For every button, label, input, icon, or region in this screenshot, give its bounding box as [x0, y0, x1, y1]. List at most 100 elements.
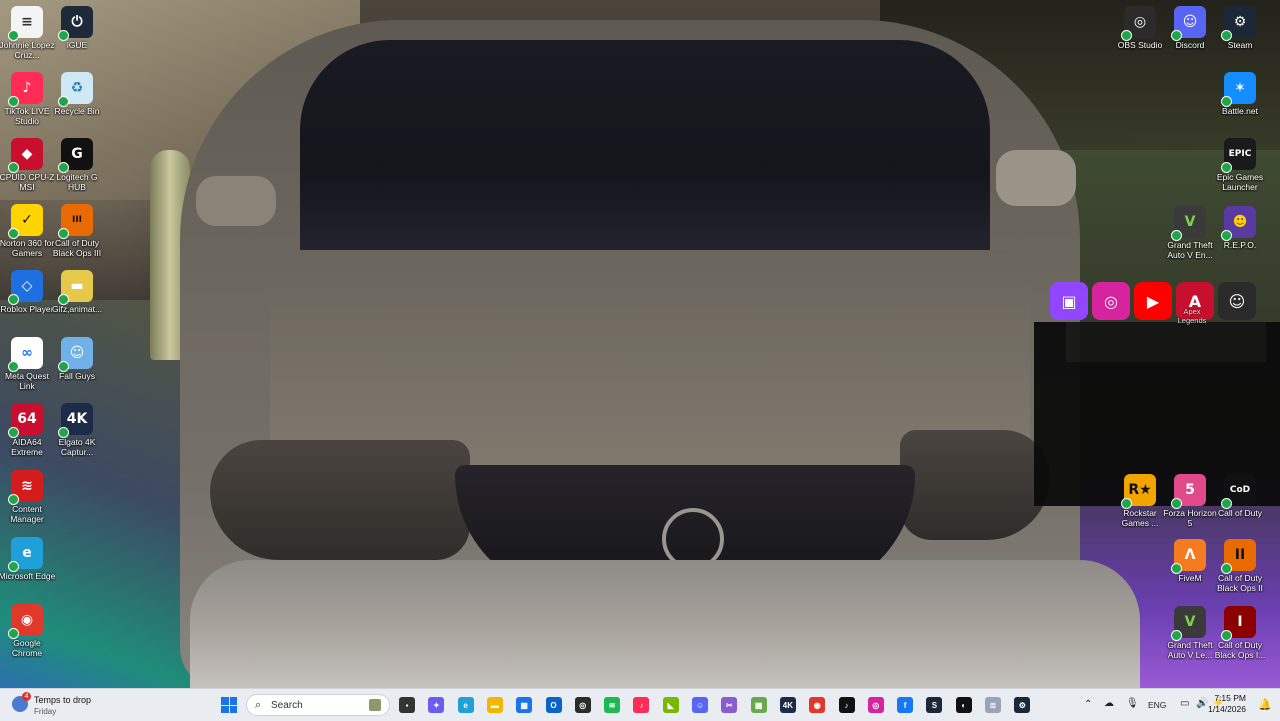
sync-status-icon: [1121, 498, 1132, 509]
clock[interactable]: 7:15 PM 1/14/2026: [1208, 693, 1246, 715]
kick-icon[interactable]: ☺: [1218, 282, 1256, 320]
start-button[interactable]: [221, 697, 237, 713]
store-icon[interactable]: ▦: [516, 697, 533, 713]
youtube-icon[interactable]: ▶: [1134, 282, 1172, 320]
sync-status-icon: [8, 361, 19, 372]
johnnie-icon: ≡: [8, 6, 43, 41]
desktop-shortcut[interactable]: ✓ Norton 360 for Gamers: [0, 204, 54, 258]
desktop-shortcut[interactable]: ◆ CPUID CPU-Z MSI: [0, 138, 54, 192]
desktop-shortcut[interactable]: e Microsoft Edge: [0, 537, 55, 581]
elgato-taskbar-icon[interactable]: 4K: [779, 697, 796, 713]
chrome-taskbar-icon[interactable]: ◉: [809, 697, 826, 713]
language-indicator[interactable]: ENG: [1148, 700, 1166, 710]
volume-icon[interactable]: 🔊: [1196, 698, 1208, 709]
outlook-icon[interactable]: O: [545, 697, 562, 713]
shortcut-label: Call of Duty Black Ops III: [52, 238, 102, 258]
desktop-shortcut[interactable]: I Call of Duty Black Ops I...: [1213, 606, 1267, 660]
snip-icon[interactable]: ✂: [721, 697, 738, 713]
instagram-icon[interactable]: ◎: [1092, 282, 1130, 320]
wallpaper-mirror-right: [996, 150, 1076, 206]
desktop-shortcut[interactable]: 64 AIDA64 Extreme: [0, 403, 54, 457]
gta5-icon: V: [1171, 206, 1206, 241]
minecraft-icon[interactable]: ▦: [750, 697, 767, 713]
chevron-up-icon[interactable]: ⌃: [1084, 699, 1092, 710]
spotify-icon[interactable]: ≋: [604, 697, 621, 713]
nvidia-icon[interactable]: ◣: [662, 697, 679, 713]
desktop-shortcut[interactable]: ✶ Battle.net: [1213, 72, 1267, 116]
desktop-shortcut[interactable]: ◉ Google Chrome: [0, 604, 54, 658]
desktop-shortcut[interactable]: ♪ TikTok LIVE Studio: [0, 72, 54, 126]
desktop-shortcut[interactable]: ≋ Content Manager: [0, 470, 54, 524]
sync-status-icon: [1171, 563, 1182, 574]
desktop-shortcut[interactable]: R★ Rockstar Games ...: [1113, 474, 1167, 528]
desktop-shortcut[interactable]: III Call of Duty Black Ops III: [50, 204, 104, 258]
epic-icon: EPIC: [1221, 138, 1256, 173]
gta5-legacy-icon: V: [1171, 606, 1206, 641]
desktop-shortcut[interactable]: ☻ R.E.P.O.: [1213, 206, 1267, 250]
notepad-icon[interactable]: ≣: [985, 697, 1001, 713]
desktop-shortcut[interactable]: ◎ OBS Studio: [1113, 6, 1167, 50]
desktop-shortcut[interactable]: CoD Call of Duty: [1213, 474, 1267, 518]
desktop-shortcut[interactable]: ∞ Meta Quest Link: [0, 337, 54, 391]
network-icon[interactable]: ▭: [1180, 698, 1189, 709]
sync-status-icon: [8, 96, 19, 107]
desktop-shortcut[interactable]: Λ FiveM: [1163, 539, 1217, 583]
file-explorer-icon[interactable]: ▬: [486, 697, 503, 713]
obs-taskbar-icon[interactable]: ◎: [574, 697, 591, 713]
cpuz-icon: ◆: [8, 138, 43, 173]
windows-logo-tr: [229, 697, 237, 705]
twitch-icon[interactable]: ▣: [1050, 282, 1088, 320]
fivem-icon: Λ: [1171, 539, 1206, 574]
cod-bo-icon: I: [1221, 606, 1256, 641]
elgato-icon: 4K: [58, 403, 93, 438]
desktop-shortcut[interactable]: V Grand Theft Auto V Le...: [1163, 606, 1217, 660]
desktop-shortcut[interactable]: ≡ Johnnie Lopez Cruz...: [0, 6, 55, 60]
copilot-icon[interactable]: ✦: [428, 697, 445, 713]
mic-icon[interactable]: 🎙: [1126, 698, 1139, 709]
tiktok-live-taskbar-icon[interactable]: ♪: [838, 697, 855, 713]
discord-taskbar-icon[interactable]: ☺: [692, 697, 708, 713]
sync-status-icon: [58, 30, 69, 41]
roblox-icon: ◇: [8, 270, 43, 305]
onedrive-icon[interactable]: ☁: [1104, 698, 1114, 709]
instagram-taskbar-icon[interactable]: ◎: [867, 697, 884, 713]
tiktok-taskbar-icon[interactable]: ♪: [633, 697, 650, 713]
taskbar-search[interactable]: ⌕ Search: [246, 694, 390, 716]
aida64-icon: 64: [8, 403, 43, 438]
github-icon[interactable]: ◐: [955, 697, 972, 713]
desktop-shortcut[interactable]: G Logitech G HUB: [50, 138, 104, 192]
facebook-icon[interactable]: f: [897, 697, 914, 713]
shortcut-label: Fall Guys: [59, 371, 95, 381]
shortcut-label: Epic Games Launcher: [1216, 172, 1264, 192]
file-explorer-mini-icon[interactable]: ▪: [399, 697, 415, 713]
desktop-shortcut[interactable]: ☺ Discord: [1163, 6, 1217, 50]
desktop-shortcut[interactable]: ⚙ Steam: [1213, 6, 1267, 50]
weather-widget[interactable]: 4 Temps to drop Friday: [12, 692, 132, 718]
desktop-wallpaper[interactable]: [0, 0, 1280, 688]
desktop-shortcut[interactable]: V Grand Theft Auto V En...: [1163, 206, 1217, 260]
desktop-shortcut[interactable]: 4K Elgato 4K Captur...: [50, 403, 104, 457]
desktop-shortcut[interactable]: ⏻ iGUE: [50, 6, 104, 50]
sync-status-icon: [8, 294, 19, 305]
meta-quest-icon: ∞: [8, 337, 43, 372]
shortcut-label: Gifz,animat...: [51, 304, 103, 314]
desktop-shortcut[interactable]: ♻ Recycle Bin: [50, 72, 104, 116]
desktop-shortcut[interactable]: II Call of Duty Black Ops II: [1213, 539, 1267, 593]
edge-taskbar-icon[interactable]: e: [457, 697, 474, 713]
social-icon-strip: ▣ ◎ ▶ A ☺: [1050, 282, 1256, 320]
desktop-shortcut[interactable]: EPIC Epic Games Launcher: [1213, 138, 1267, 192]
desktop-shortcut[interactable]: ☺ Fall Guys: [50, 337, 104, 381]
search-highlight-icon: [369, 699, 381, 711]
sync-status-icon: [8, 30, 19, 41]
desktop-shortcut[interactable]: 5 Forza Horizon 5: [1163, 474, 1217, 528]
steam-running-icon[interactable]: ⚙: [1014, 697, 1031, 713]
shortcut-label: Google Chrome: [11, 638, 43, 658]
desktop-shortcut[interactable]: ◇ Roblox Player: [0, 270, 54, 314]
notification-bell-icon[interactable]: 🔔: [1258, 698, 1272, 711]
gifz-icon: ▬: [58, 270, 93, 305]
desktop-shortcut[interactable]: ▬ Gifz,animat...: [50, 270, 104, 314]
sync-status-icon: [8, 628, 19, 639]
steam-taskbar-icon[interactable]: S: [926, 697, 943, 713]
chrome-icon: ◉: [8, 604, 43, 639]
clock-time: 7:15 PM: [1214, 693, 1246, 703]
